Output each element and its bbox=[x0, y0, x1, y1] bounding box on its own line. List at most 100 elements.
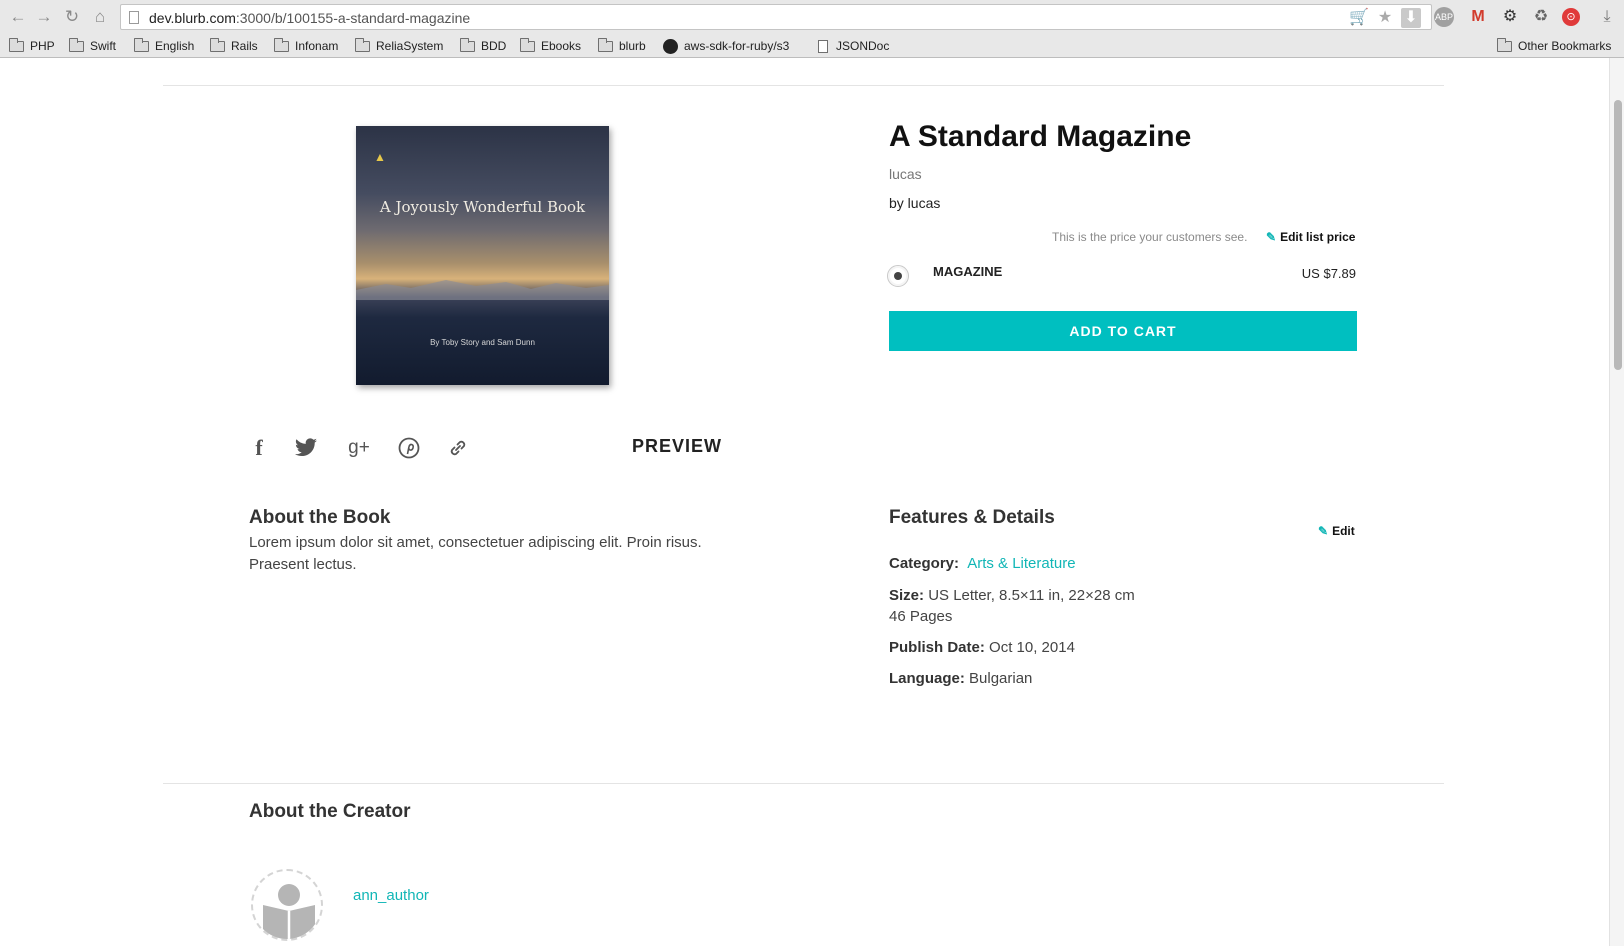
recycle-icon[interactable]: ♻ bbox=[1530, 6, 1552, 28]
format-radio[interactable] bbox=[887, 265, 909, 287]
browser-toolbar: ← → ↻ ⌂ dev.blurb.com:3000/b/100155-a-st… bbox=[0, 0, 1624, 34]
detail-publish-date: Publish Date: Oct 10, 2014 bbox=[889, 639, 1075, 656]
bookmarks-bar: PHP Swift English Rails Infonam ReliaSys… bbox=[0, 34, 1624, 58]
downloads-icon[interactable]: ⤓ bbox=[1596, 6, 1618, 28]
bookmark-jsondoc[interactable]: JSONDoc bbox=[818, 37, 889, 55]
page-content: ▲ A Joyously Wonderful Book By Toby Stor… bbox=[0, 58, 1624, 946]
product-title: A Standard Magazine bbox=[889, 120, 1192, 153]
facebook-icon[interactable]: f bbox=[244, 433, 274, 463]
bookmark-blurb[interactable]: blurb bbox=[598, 37, 646, 55]
language-value: Bulgarian bbox=[969, 670, 1033, 687]
bookmark-label: BDD bbox=[481, 39, 507, 53]
bookmark-bdd[interactable]: BDD bbox=[460, 37, 506, 55]
radio-selected-dot bbox=[894, 272, 902, 280]
scrollbar-thumb[interactable] bbox=[1614, 100, 1622, 370]
download-arrow-icon[interactable]: ⬇ bbox=[1401, 8, 1421, 28]
preview-button[interactable]: PREVIEW bbox=[632, 436, 722, 457]
product-byline: by lucas bbox=[889, 195, 941, 211]
folder-icon bbox=[134, 37, 149, 52]
format-label: MAGAZINE bbox=[933, 264, 1003, 279]
bookmark-label: Ebooks bbox=[541, 39, 582, 53]
forward-arrow-icon[interactable]: → bbox=[34, 7, 54, 27]
pencil-icon: ✎ bbox=[1318, 524, 1329, 538]
detail-size: Size: US Letter, 8.5×11 in, 22×28 cm bbox=[889, 587, 1135, 604]
folder-icon bbox=[210, 37, 225, 52]
mountains-graphic bbox=[356, 280, 609, 300]
bookmark-infonam[interactable]: Infonam bbox=[274, 37, 338, 55]
page-scrollbar[interactable] bbox=[1609, 58, 1624, 946]
category-label: Category: bbox=[889, 555, 960, 572]
cover-title: A Joyously Wonderful Book bbox=[379, 198, 586, 216]
url-host: dev.blurb.com bbox=[149, 10, 236, 26]
address-bar[interactable]: dev.blurb.com:3000/b/100155-a-standard-m… bbox=[120, 4, 1432, 30]
detail-category: Category: Arts & Literature bbox=[889, 555, 1076, 572]
edit-details-link[interactable]: ✎ Edit bbox=[1318, 524, 1355, 538]
url-text[interactable]: dev.blurb.com:3000/b/100155-a-standard-m… bbox=[149, 10, 470, 26]
bookmark-label: JSONDoc bbox=[836, 39, 890, 53]
bookmark-aws-sdk[interactable]: aws-sdk-for-ruby/s3 bbox=[663, 37, 789, 55]
bookmark-php[interactable]: PHP bbox=[9, 37, 55, 55]
bookmark-english[interactable]: English bbox=[134, 37, 194, 55]
publish-value: Oct 10, 2014 bbox=[989, 639, 1075, 656]
google-plus-icon[interactable]: g+ bbox=[344, 433, 374, 463]
language-label: Language: bbox=[889, 670, 965, 687]
warning-icon: ▲ bbox=[374, 150, 386, 164]
link-icon[interactable] bbox=[443, 433, 473, 463]
add-to-cart-button[interactable]: ADD TO CART bbox=[889, 311, 1357, 351]
star-icon[interactable]: ★ bbox=[1375, 8, 1395, 28]
bookmark-label: PHP bbox=[30, 39, 55, 53]
folder-icon bbox=[69, 37, 84, 52]
category-link[interactable]: Arts & Literature bbox=[967, 555, 1075, 572]
bookmark-reliasystem[interactable]: ReliaSystem bbox=[355, 37, 443, 55]
creator-name-link[interactable]: ann_author bbox=[353, 887, 429, 904]
bookmark-label: Swift bbox=[90, 39, 117, 53]
format-price: US $7.89 bbox=[1301, 266, 1356, 281]
folder-icon bbox=[460, 37, 475, 52]
divider bbox=[163, 85, 1444, 86]
bookmark-label: ReliaSystem bbox=[376, 39, 444, 53]
folder-icon bbox=[9, 37, 24, 52]
github-icon bbox=[663, 38, 678, 54]
detail-pages: 46 Pages bbox=[889, 608, 953, 625]
pinterest-icon[interactable] bbox=[394, 433, 424, 463]
browser-chrome: ← → ↻ ⌂ dev.blurb.com:3000/b/100155-a-st… bbox=[0, 0, 1624, 58]
bookmark-label: blurb bbox=[619, 39, 646, 53]
publish-label: Publish Date: bbox=[889, 639, 985, 656]
bookmark-swift[interactable]: Swift bbox=[69, 37, 116, 55]
size-label: Size: bbox=[889, 587, 925, 604]
divider bbox=[163, 783, 1444, 784]
about-book-text: Lorem ipsum dolor sit amet, consectetuer… bbox=[249, 534, 702, 573]
avatar[interactable] bbox=[251, 869, 323, 941]
bookmark-rails[interactable]: Rails bbox=[210, 37, 258, 55]
reload-icon[interactable]: ↻ bbox=[62, 7, 82, 27]
bookmark-label: Rails bbox=[231, 39, 258, 53]
home-icon[interactable]: ⌂ bbox=[90, 7, 110, 27]
shopping-cart-icon[interactable]: 🛒 bbox=[1349, 8, 1369, 28]
gmail-icon[interactable]: M bbox=[1467, 6, 1489, 28]
bookmark-label: English bbox=[155, 39, 195, 53]
adblock-icon[interactable]: ABP bbox=[1434, 7, 1454, 27]
extension-badge-icon[interactable]: ⊙ bbox=[1562, 8, 1580, 26]
pencil-icon: ✎ bbox=[1266, 230, 1277, 244]
detail-language: Language: Bulgarian bbox=[889, 670, 1032, 687]
twitter-icon[interactable] bbox=[291, 433, 321, 463]
edit-details-label: Edit bbox=[1332, 524, 1355, 538]
folder-icon bbox=[598, 37, 613, 52]
book-reader-icon bbox=[263, 884, 315, 939]
size-value: US Letter, 8.5×11 in, 22×28 cm bbox=[928, 587, 1135, 604]
folder-icon bbox=[355, 37, 370, 52]
cover-author: By Toby Story and Sam Dunn bbox=[430, 338, 535, 347]
bookmark-label: Other Bookmarks bbox=[1518, 39, 1612, 53]
bookmark-label: aws-sdk-for-ruby/s3 bbox=[684, 39, 790, 53]
other-bookmarks[interactable]: Other Bookmarks bbox=[1497, 37, 1611, 55]
about-book-heading: About the Book bbox=[249, 507, 391, 528]
edit-list-price-link[interactable]: ✎ Edit list price bbox=[1266, 230, 1355, 244]
gear-icon[interactable]: ⚙ bbox=[1499, 6, 1521, 28]
file-icon bbox=[818, 39, 828, 53]
page-icon bbox=[129, 11, 139, 24]
price-note: This is the price your customers see. bbox=[1052, 230, 1248, 244]
back-arrow-icon[interactable]: ← bbox=[8, 7, 28, 27]
bookmark-ebooks[interactable]: Ebooks bbox=[520, 37, 581, 55]
product-subtitle: lucas bbox=[889, 166, 922, 182]
book-cover-image[interactable]: ▲ A Joyously Wonderful Book By Toby Stor… bbox=[356, 126, 609, 385]
